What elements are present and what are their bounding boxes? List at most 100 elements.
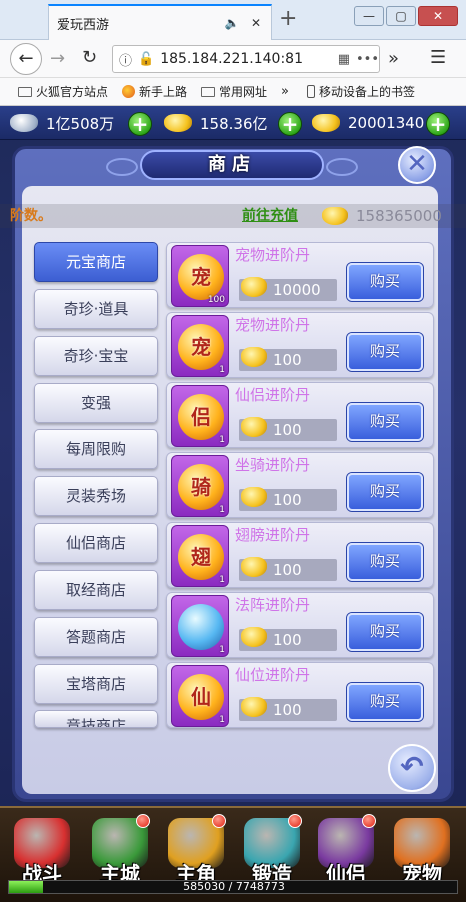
browser-tab[interactable]: 爱玩西游 🔈 ✕ (48, 4, 272, 40)
speaker-icon[interactable]: 🔈 (223, 16, 241, 30)
item-name: 翅膀进阶丹 (235, 526, 311, 544)
shop-item-row: 宠 1 宠物进阶丹 100 购买 (166, 312, 434, 378)
add-yuanbao-button[interactable]: + (426, 112, 450, 136)
gold-ingot-icon (241, 487, 267, 507)
category-companion-shop[interactable]: 仙侣商店 (34, 523, 158, 563)
nav-companion[interactable]: 仙侣 (314, 814, 378, 886)
folder-icon (18, 86, 32, 97)
nav-main-city[interactable]: 主城 (88, 814, 152, 886)
recharge-link[interactable]: 前往充值 (242, 204, 298, 228)
notification-dot (136, 814, 150, 828)
category-quiz-shop[interactable]: 答题商店 (34, 617, 158, 657)
nav-battle[interactable]: 战斗 (10, 814, 74, 886)
buy-button[interactable]: 购买 (347, 263, 423, 301)
reload-icon[interactable]: ↻ (82, 47, 97, 68)
overflow-chevron-icon[interactable]: » (388, 48, 399, 69)
category-tower-shop[interactable]: 宝塔商店 (34, 664, 158, 704)
bookmarks-overflow-icon[interactable]: » (281, 84, 289, 99)
add-silver-button[interactable]: + (128, 112, 152, 136)
pet-pill-icon: 宠 (178, 254, 224, 300)
notification-dot (288, 814, 302, 828)
category-pilgrimage-shop[interactable]: 取经商店 (34, 570, 158, 610)
wing-pill-icon: 翅 (178, 534, 224, 580)
bookmark-common-sites[interactable]: 常用网址 (201, 83, 267, 100)
gold-resource: 158.36亿 (164, 110, 268, 136)
url-text[interactable]: 185.184.221.140:81 (160, 51, 331, 67)
category-treasure-items[interactable]: 奇珍·道具 (34, 289, 158, 329)
buy-button[interactable]: 购买 (347, 613, 423, 651)
gold-amount: 158.36亿 (200, 114, 268, 133)
phone-icon (307, 85, 316, 98)
notification-dot (212, 814, 226, 828)
category-treasure-pets[interactable]: 奇珍·宝宝 (34, 336, 158, 376)
gold-ingot-icon (241, 557, 267, 577)
folder-icon (201, 86, 216, 97)
item-icon-slot[interactable]: 仙 1 (171, 665, 229, 727)
qr-code-icon[interactable]: ▦ (338, 52, 350, 67)
item-icon-slot[interactable]: 1 (171, 595, 229, 657)
item-name: 法阵进阶丹 (235, 596, 311, 614)
page-actions-icon[interactable]: ••• (356, 52, 379, 67)
notice-bar: 阶数。 前往充值 158365000 (0, 204, 466, 228)
gold-ingot-icon (241, 627, 267, 647)
bookmark-firefox-official[interactable]: 火狐官方站点 (18, 83, 108, 100)
buy-button[interactable]: 购买 (347, 403, 423, 441)
nav-forge[interactable]: 锻造 (240, 814, 304, 886)
item-quantity: 1 (219, 575, 225, 585)
buy-button[interactable]: 购买 (347, 543, 423, 581)
bookmark-mobile[interactable]: 移动设备上的书签 (307, 83, 415, 100)
shop-item-row: 1 法阵进阶丹 100 购买 (166, 592, 434, 658)
window-close-button[interactable]: ✕ (418, 6, 458, 26)
info-shield-icon[interactable]: ⓘ (119, 50, 132, 69)
maximize-button[interactable]: ▢ (386, 6, 416, 26)
item-icon-slot[interactable]: 宠 1 (171, 315, 229, 377)
forward-arrow-icon[interactable]: → (50, 48, 65, 69)
gold-ingot-icon (322, 207, 348, 225)
item-icon-slot[interactable]: 侣 1 (171, 385, 229, 447)
yuanbao-amount: 20001340 (348, 114, 425, 132)
url-bar[interactable]: ⓘ 🔓 185.184.221.140:81 ▦ ••• (112, 45, 380, 73)
item-icon-slot[interactable]: 翅 1 (171, 525, 229, 587)
shop-close-button[interactable]: ✕ (398, 146, 436, 184)
companion-pill-icon: 侣 (178, 394, 224, 440)
buy-button[interactable]: 购买 (347, 333, 423, 371)
shop-item-row: 翅 1 翅膀进阶丹 100 购买 (166, 522, 434, 588)
shop-item-row: 仙 1 仙位进阶丹 100 购买 (166, 662, 434, 728)
category-weekly-limited[interactable]: 每周限购 (34, 429, 158, 469)
gold-ingot-icon (164, 114, 192, 132)
new-tab-icon[interactable]: + (279, 6, 297, 31)
back-arrow-icon[interactable]: ← (10, 43, 42, 75)
item-quantity: 1 (219, 435, 225, 445)
experience-text: 585030 / 7748773 (183, 880, 285, 893)
item-icon-slot[interactable]: 骑 1 (171, 455, 229, 517)
category-yuanbao-shop[interactable]: 元宝商店 (34, 242, 158, 282)
bookmark-label: 火狐官方站点 (36, 85, 109, 99)
balance-amount: 158365000 (356, 207, 442, 225)
bookmark-getting-started[interactable]: 新手上路 (122, 83, 187, 100)
item-name: 宠物进阶丹 (235, 316, 311, 334)
insecure-lock-icon[interactable]: 🔓 (138, 52, 154, 67)
buy-button[interactable]: 购买 (347, 683, 423, 721)
resource-bar: 1亿508万 + 158.36亿 + 20001340 + (0, 106, 466, 140)
category-arena-shop[interactable]: 竞技商店 (34, 710, 158, 728)
minimize-button[interactable]: — (354, 6, 384, 26)
pet-pill-icon: 宠 (178, 324, 224, 370)
item-quantity: 1 (219, 365, 225, 375)
experience-bar: 585030 / 7748773 (8, 880, 458, 894)
silver-resource: 1亿508万 (10, 110, 114, 136)
buy-button[interactable]: 购买 (347, 473, 423, 511)
firefox-icon (122, 85, 136, 98)
silver-amount: 1亿508万 (46, 114, 115, 133)
item-name: 仙侣进阶丹 (235, 386, 311, 404)
bookmark-label: 移动设备上的书签 (319, 85, 416, 99)
item-icon-slot[interactable]: 宠 100 (171, 245, 229, 307)
nav-pet[interactable]: 宠物 (390, 814, 454, 886)
tab-close-icon[interactable]: ✕ (247, 16, 265, 30)
hamburger-menu-icon[interactable]: ☰ (430, 47, 446, 68)
add-gold-button[interactable]: + (278, 112, 302, 136)
game-viewport: 1亿508万 + 158.36亿 + 20001340 + 商店 ✕ 阶数。 前… (0, 106, 466, 902)
category-outfit-show[interactable]: 灵装秀场 (34, 476, 158, 516)
nav-hero[interactable]: 主角 (164, 814, 228, 886)
return-arrow-icon[interactable]: ↶ (388, 744, 436, 792)
category-power-up[interactable]: 变强 (34, 383, 158, 423)
